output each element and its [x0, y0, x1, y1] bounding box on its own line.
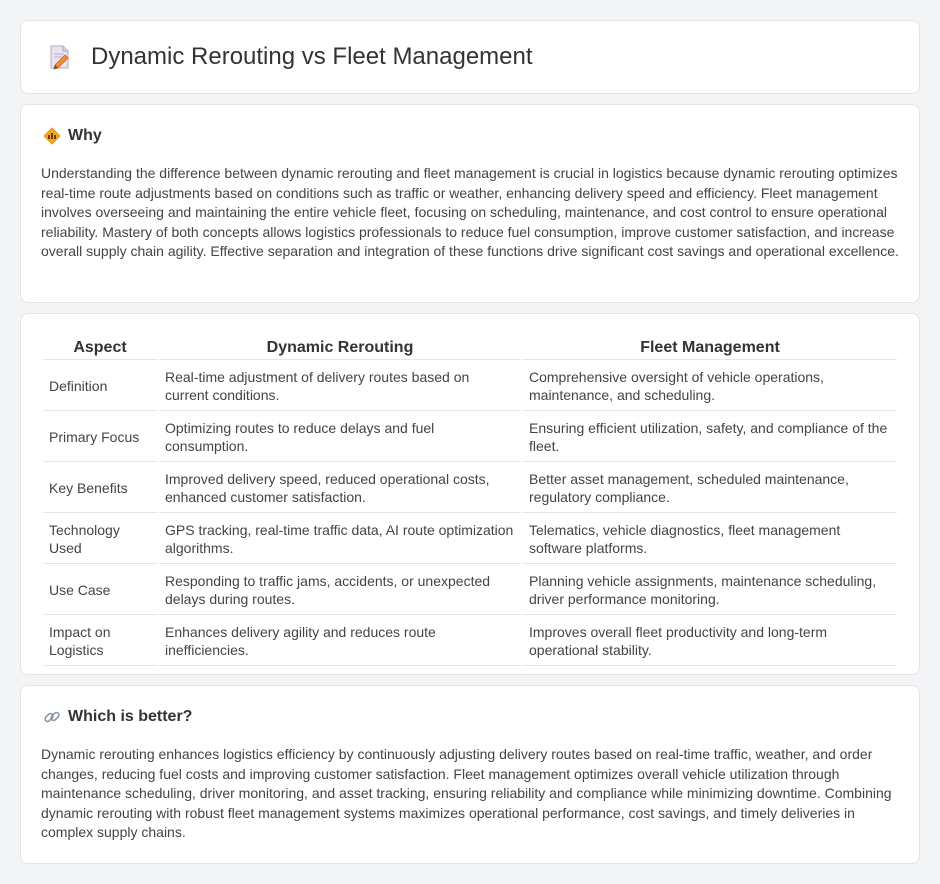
- aspect-cell: Technology Used: [43, 515, 157, 564]
- aspect-cell: Impact on Logistics: [43, 617, 157, 666]
- fleet-cell: Planning vehicle assignments, maintenanc…: [523, 566, 897, 615]
- table-row: Impact on Logistics Enhances delivery ag…: [43, 617, 897, 666]
- rerouting-cell: GPS tracking, real-time traffic data, AI…: [159, 515, 521, 564]
- fleet-cell: Ensuring efficient utilization, safety, …: [523, 413, 897, 462]
- link-icon: [44, 711, 60, 723]
- fleet-cell: Comprehensive oversight of vehicle opera…: [523, 362, 897, 411]
- comparison-card: Aspect Dynamic Rerouting Fleet Managemen…: [20, 313, 920, 675]
- document-pencil-icon: [50, 45, 69, 70]
- why-text: Understanding the difference between dyn…: [41, 165, 899, 260]
- aspect-cell: Use Case: [43, 566, 157, 615]
- rerouting-cell: Real-time adjustment of delivery routes …: [159, 362, 521, 411]
- why-card: Why Understanding the difference between…: [20, 104, 920, 303]
- rerouting-cell: Optimizing routes to reduce delays and f…: [159, 413, 521, 462]
- rerouting-cell: Responding to traffic jams, accidents, o…: [159, 566, 521, 615]
- fleet-cell: Telematics, vehicle diagnostics, fleet m…: [523, 515, 897, 564]
- fleet-cell: Better asset management, scheduled maint…: [523, 464, 897, 513]
- comparison-table: Aspect Dynamic Rerouting Fleet Managemen…: [41, 334, 899, 668]
- diamond-signal-icon: [43, 127, 61, 145]
- better-card: Which is better? Dynamic rerouting enhan…: [20, 685, 920, 864]
- table-row: Primary Focus Optimizing routes to reduc…: [43, 413, 897, 462]
- aspect-cell: Key Benefits: [43, 464, 157, 513]
- table-header-row: Aspect Dynamic Rerouting Fleet Managemen…: [43, 336, 897, 360]
- aspect-cell: Definition: [43, 362, 157, 411]
- title-card: Dynamic Rerouting vs Fleet Management: [20, 20, 920, 94]
- table-row: Use Case Responding to traffic jams, acc…: [43, 566, 897, 615]
- column-header: Dynamic Rerouting: [159, 336, 521, 360]
- why-header: Why: [43, 127, 102, 145]
- rerouting-cell: Enhances delivery agility and reduces ro…: [159, 617, 521, 666]
- page-title: Dynamic Rerouting vs Fleet Management: [91, 43, 533, 70]
- column-header: Fleet Management: [523, 336, 897, 360]
- better-heading: Which is better?: [68, 708, 193, 725]
- aspect-cell: Primary Focus: [43, 413, 157, 462]
- fleet-cell: Improves overall fleet productivity and …: [523, 617, 897, 666]
- table-row: Key Benefits Improved delivery speed, re…: [43, 464, 897, 513]
- table-row: Technology Used GPS tracking, real-time …: [43, 515, 897, 564]
- why-heading: Why: [68, 127, 102, 144]
- better-header: Which is better?: [43, 708, 192, 726]
- title-row: Dynamic Rerouting vs Fleet Management: [45, 43, 533, 71]
- rerouting-cell: Improved delivery speed, reduced operati…: [159, 464, 521, 513]
- column-header: Aspect: [43, 336, 157, 360]
- better-text: Dynamic rerouting enhances logistics eff…: [41, 746, 892, 841]
- table-row: Definition Real-time adjustment of deliv…: [43, 362, 897, 411]
